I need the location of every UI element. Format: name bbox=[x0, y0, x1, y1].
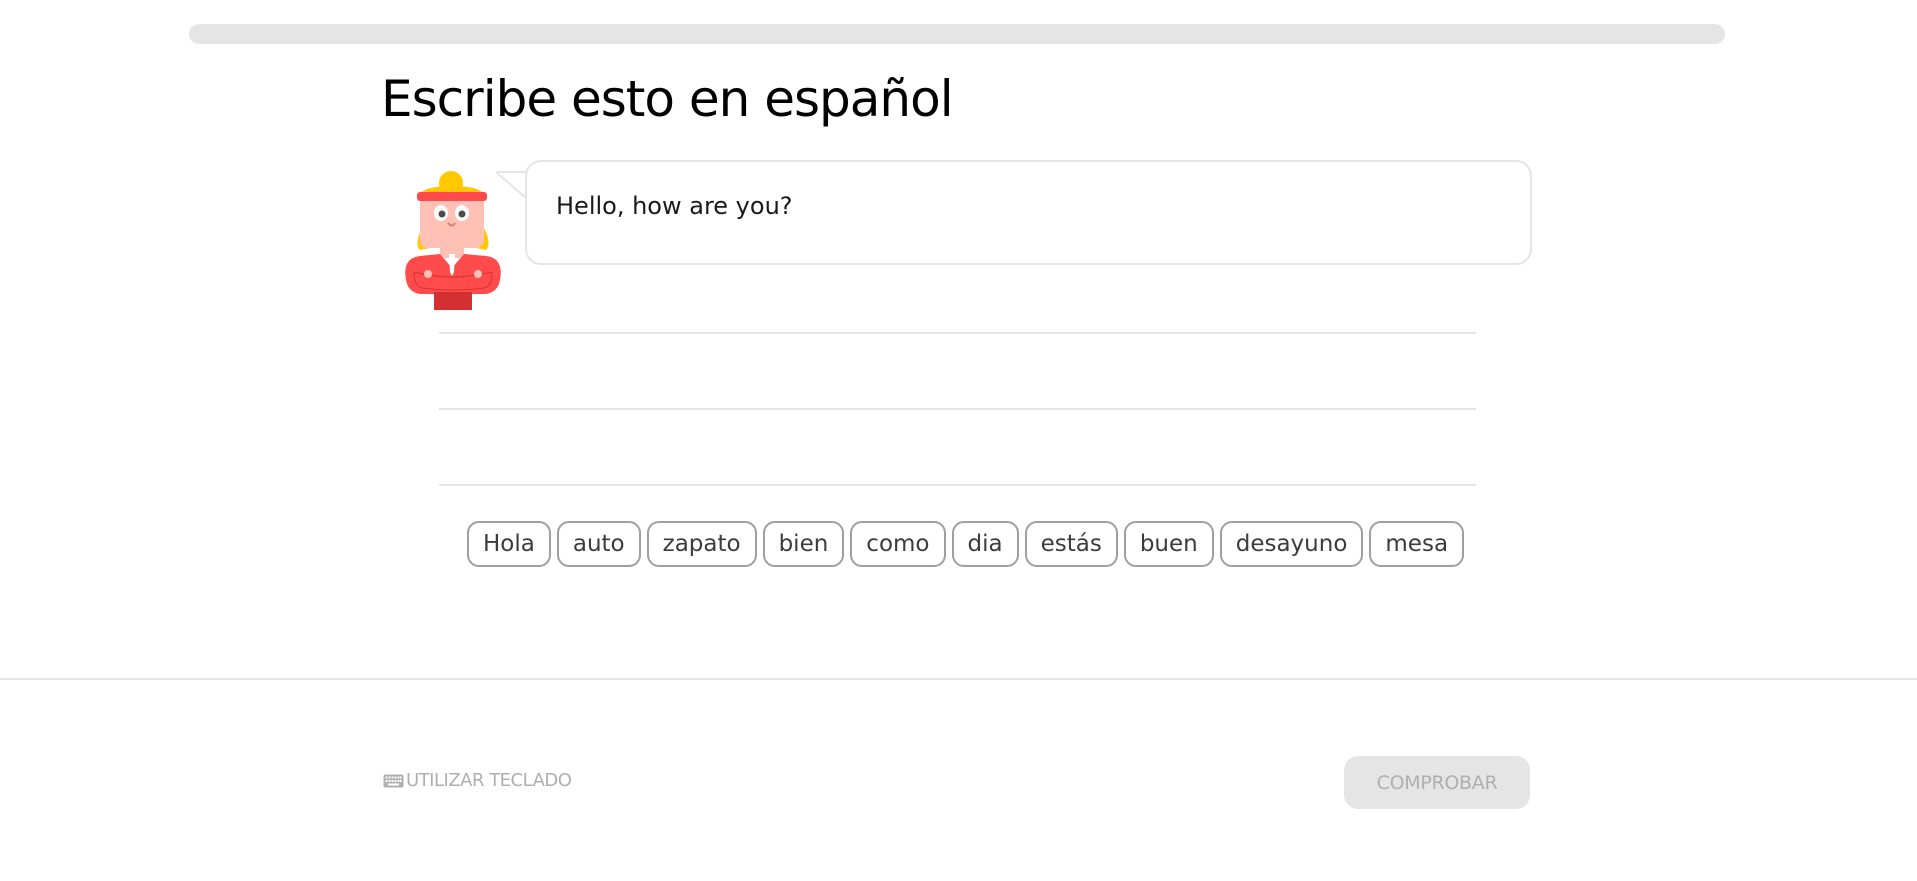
use-keyboard-label: UTILIZAR TECLADO bbox=[406, 770, 572, 791]
answer-line[interactable] bbox=[439, 408, 1476, 410]
progress-bar bbox=[189, 24, 1725, 44]
check-button[interactable]: COMPROBAR bbox=[1344, 756, 1530, 809]
word-chip[interactable]: como bbox=[850, 521, 946, 567]
prompt-text: Hello, how are you? bbox=[556, 192, 793, 220]
word-chip[interactable]: zapato bbox=[646, 521, 757, 567]
answer-line[interactable] bbox=[439, 332, 1476, 334]
speech-bubble-tail bbox=[496, 171, 527, 200]
prompt-speech-bubble: Hello, how are you? bbox=[525, 160, 1532, 265]
keyboard-icon bbox=[383, 774, 404, 787]
exercise-title: Escribe esto en español bbox=[381, 70, 954, 128]
answer-line[interactable] bbox=[439, 484, 1476, 486]
word-chip[interactable]: Hola bbox=[467, 521, 551, 567]
word-chip[interactable]: auto bbox=[556, 521, 641, 567]
word-chip[interactable]: mesa bbox=[1369, 521, 1465, 567]
word-chip[interactable]: bien bbox=[762, 521, 845, 567]
footer-divider bbox=[0, 678, 1917, 680]
word-bank: Hola auto zapato bien como dia estás buen desayu… bbox=[467, 521, 1465, 567]
lesson-page: Escribe esto en español Hello, how are y… bbox=[0, 0, 1917, 881]
word-chip[interactable]: desayuno bbox=[1219, 521, 1364, 567]
word-chip[interactable]: dia bbox=[951, 521, 1019, 567]
word-chip[interactable]: buen bbox=[1123, 521, 1214, 567]
use-keyboard-button[interactable]: UTILIZAR TECLADO bbox=[383, 770, 572, 791]
character-illustration bbox=[405, 171, 501, 310]
word-chip[interactable]: estás bbox=[1024, 521, 1118, 567]
